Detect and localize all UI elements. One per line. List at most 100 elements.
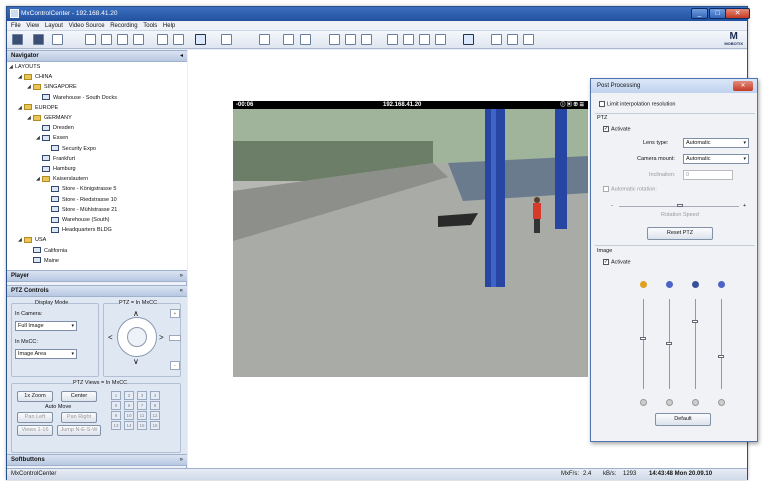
- menu-layout[interactable]: Layout: [45, 21, 63, 31]
- tree-item[interactable]: ◢ Kaiserslautern: [36, 175, 88, 184]
- wrench-icon[interactable]: [491, 34, 502, 45]
- tree-item[interactable]: ◢ GERMANY: [27, 114, 72, 123]
- tree-item[interactable]: ◢ EUROPE: [18, 104, 58, 113]
- tree-item[interactable]: Security Expo: [45, 145, 96, 154]
- camera-mount-select[interactable]: Automatic ▾: [683, 154, 749, 164]
- preset-button[interactable]: 8: [150, 401, 160, 410]
- pan-right-button[interactable]: Pan Right: [61, 412, 97, 423]
- tree-item[interactable]: Store - Mühlstrasse 21: [45, 206, 117, 215]
- pan-left-icon[interactable]: <: [108, 333, 113, 342]
- preset-button[interactable]: 12: [150, 411, 160, 420]
- preset-button[interactable]: 13: [111, 421, 121, 430]
- image-slider-thumb[interactable]: [640, 336, 646, 340]
- zoom-1x-button[interactable]: 1x Zoom: [17, 391, 53, 402]
- saturation-reset-icon[interactable]: [718, 399, 725, 406]
- contrast-reset-icon[interactable]: [666, 399, 673, 406]
- zoom-slider[interactable]: [169, 335, 181, 341]
- preset-button[interactable]: 16: [150, 421, 160, 430]
- tree-item[interactable]: ◢ SINGAPORE: [27, 83, 77, 92]
- limit-checkbox[interactable]: Limit interpolation resolution: [599, 101, 675, 107]
- zoom-out-button[interactable]: -: [170, 361, 180, 370]
- rotation-slider-thumb[interactable]: [677, 204, 683, 207]
- tree-item[interactable]: Headquarters BLDG: [45, 226, 112, 235]
- tree-item[interactable]: ◢ LAYOUTS: [9, 63, 40, 72]
- preset-button[interactable]: 9: [111, 411, 121, 420]
- tree-item[interactable]: Dresden: [36, 124, 74, 133]
- menu-file[interactable]: File: [11, 21, 21, 31]
- softbuttons-header[interactable]: Softbuttons»: [7, 454, 187, 466]
- navigator-pin-icon[interactable]: ◂: [180, 51, 183, 62]
- inclination-input[interactable]: 0: [683, 170, 733, 180]
- lens-type-select[interactable]: Automatic ▾: [683, 138, 749, 148]
- player-icon[interactable]: [117, 34, 128, 45]
- split-view-icon[interactable]: [133, 34, 144, 45]
- image-activate-checkbox[interactable]: ✓ Activate: [603, 259, 631, 265]
- preset-button[interactable]: 10: [124, 411, 134, 420]
- preset-button[interactable]: 2: [124, 391, 134, 400]
- tree-item[interactable]: California: [27, 247, 67, 256]
- ptz-pin-icon[interactable]: «: [180, 286, 183, 297]
- image-slider-track[interactable]: [695, 299, 696, 389]
- player-header[interactable]: Player»: [7, 270, 187, 282]
- preset-button[interactable]: 1: [111, 391, 121, 400]
- pan-up-icon[interactable]: ∧: [133, 309, 139, 318]
- tree-item[interactable]: Frankfurt: [36, 155, 75, 164]
- frame-icon[interactable]: [329, 34, 340, 45]
- tree-item[interactable]: Store - Riedstrasse 10: [45, 196, 117, 205]
- monitor-icon[interactable]: [221, 34, 232, 45]
- speaker-icon[interactable]: [387, 34, 398, 45]
- default-button[interactable]: Default: [655, 413, 711, 426]
- tree-item[interactable]: Warehouse - South Docks: [36, 94, 117, 103]
- in-camera-select[interactable]: Full Image ▾: [15, 321, 77, 331]
- brightness-reset-icon[interactable]: [692, 399, 699, 406]
- menu-help[interactable]: Help: [163, 21, 175, 31]
- image-slider-thumb[interactable]: [692, 319, 698, 323]
- menu-view[interactable]: View: [26, 21, 39, 31]
- auto-rotation-checkbox[interactable]: Automatic rotation:: [603, 186, 657, 192]
- grid-small-icon[interactable]: [283, 34, 294, 45]
- tree-item[interactable]: ◢ CHINA: [18, 73, 52, 82]
- pan-left-button[interactable]: Pan Left: [17, 412, 53, 423]
- preset-button[interactable]: 3: [137, 391, 147, 400]
- jump-button[interactable]: Jump N-E-S-W: [57, 425, 101, 436]
- info-icon[interactable]: [523, 34, 534, 45]
- pan-down-icon[interactable]: ∨: [133, 357, 139, 366]
- menu-recording[interactable]: Recording: [110, 21, 137, 31]
- navigator-tree[interactable]: ◢ LAYOUTS ◢ CHINA ◢ SINGAPORE Warehouse - Sout…: [7, 62, 187, 270]
- ptz-center-knob[interactable]: [127, 327, 147, 347]
- views-button[interactable]: Views 1-16: [17, 425, 53, 436]
- tree-item[interactable]: Warehouse (South): [45, 216, 110, 225]
- layout-icon[interactable]: [33, 34, 44, 45]
- link-icon[interactable]: [101, 34, 112, 45]
- in-mxcc-select[interactable]: Image Area ▾: [15, 349, 77, 359]
- center-button[interactable]: Center: [61, 391, 97, 402]
- light-icon[interactable]: [419, 34, 430, 45]
- preset-button[interactable]: 15: [137, 421, 147, 430]
- preset-button[interactable]: 6: [124, 401, 134, 410]
- compare-icon[interactable]: [361, 34, 372, 45]
- menu-video-source[interactable]: Video Source: [69, 21, 105, 31]
- help-icon[interactable]: [507, 34, 518, 45]
- fullscreen-icon[interactable]: [195, 34, 206, 45]
- preset-button[interactable]: 5: [111, 401, 121, 410]
- image-slider-thumb[interactable]: [666, 342, 672, 346]
- color-reset-icon[interactable]: [640, 399, 647, 406]
- maximize-button[interactable]: □: [709, 8, 726, 19]
- camera-bar-icon[interactable]: [85, 34, 96, 45]
- ptz-header[interactable]: PTZ Controls «: [7, 285, 187, 297]
- tree-item[interactable]: ◢ USA: [18, 236, 46, 245]
- grid-view-icon[interactable]: [12, 34, 23, 45]
- zoom-in-button[interactable]: +: [170, 309, 180, 318]
- network-icon[interactable]: [259, 34, 270, 45]
- image-slider-thumb[interactable]: [718, 354, 724, 358]
- softbuttons-pin-icon[interactable]: »: [180, 455, 183, 466]
- video-controls-icon[interactable]: ⓘ ▣ ⊕ ☰: [560, 101, 584, 109]
- image-slider-track[interactable]: [643, 299, 644, 389]
- screenshot-icon[interactable]: [173, 34, 184, 45]
- close-button[interactable]: ✕: [725, 8, 750, 19]
- satellite-icon[interactable]: [403, 34, 414, 45]
- dialog-close-button[interactable]: ✕: [733, 81, 753, 91]
- tree-item[interactable]: Maine: [27, 257, 59, 266]
- tree-item[interactable]: Store - Königstrasse 5: [45, 185, 116, 194]
- refresh-icon[interactable]: [52, 34, 63, 45]
